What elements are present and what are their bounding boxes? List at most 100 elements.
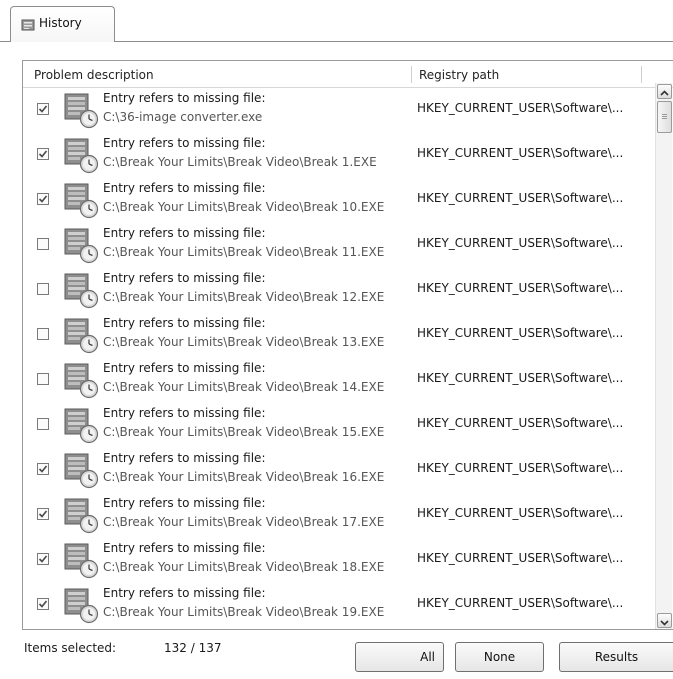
checkmark-icon xyxy=(38,195,48,203)
list-header: Problem description Registry path xyxy=(23,61,673,88)
registry-path: HKEY_CURRENT_USER\Software\... xyxy=(417,506,624,520)
registry-entry-icon xyxy=(63,136,99,174)
tab-label: History xyxy=(39,16,82,30)
problem-path: C:\36-image converter.exe xyxy=(103,110,263,124)
column-divider[interactable] xyxy=(641,66,642,83)
column-divider[interactable] xyxy=(411,66,412,83)
problem-path: C:\Break Your Limits\Break Video\Break 1… xyxy=(103,425,385,439)
results-button[interactable]: Results xyxy=(559,642,673,672)
row-checkbox[interactable] xyxy=(37,373,49,385)
registry-path: HKEY_CURRENT_USER\Software\... xyxy=(417,461,624,475)
registry-path: HKEY_CURRENT_USER\Software\... xyxy=(417,146,624,160)
scroll-down-button[interactable] xyxy=(657,613,672,628)
select-none-button[interactable]: None xyxy=(455,642,544,672)
list-item[interactable]: Entry refers to missing file: C:\Break Y… xyxy=(23,222,653,267)
registry-entry-icon xyxy=(63,361,99,399)
registry-path: HKEY_CURRENT_USER\Software\... xyxy=(417,596,624,610)
items-selected-label: Items selected: xyxy=(24,641,117,655)
problem-title: Entry refers to missing file: xyxy=(103,406,266,420)
checkmark-icon xyxy=(38,510,48,518)
problem-title: Entry refers to missing file: xyxy=(103,91,266,105)
problem-title: Entry refers to missing file: xyxy=(103,226,266,240)
history-icon xyxy=(21,17,36,31)
problem-path: C:\Break Your Limits\Break Video\Break 1… xyxy=(103,245,385,259)
registry-entry-icon xyxy=(63,406,99,444)
problem-path: C:\Break Your Limits\Break Video\Break 1… xyxy=(103,605,385,619)
list-item[interactable]: Entry refers to missing file: C:\Break Y… xyxy=(23,492,653,537)
list-item[interactable]: Entry refers to missing file: C:\Break Y… xyxy=(23,357,653,402)
registry-entry-icon xyxy=(63,91,99,129)
problem-title: Entry refers to missing file: xyxy=(103,496,266,510)
list-item[interactable]: Entry refers to missing file: C:\36-imag… xyxy=(23,87,653,132)
problem-title: Entry refers to missing file: xyxy=(103,136,266,150)
problem-path: C:\Break Your Limits\Break Video\Break 1… xyxy=(103,380,385,394)
checkmark-icon xyxy=(38,105,48,113)
row-checkbox[interactable] xyxy=(37,598,49,610)
problem-path: C:\Break Your Limits\Break Video\Break 1… xyxy=(103,155,377,169)
registry-path: HKEY_CURRENT_USER\Software\... xyxy=(417,281,624,295)
list-item[interactable]: Entry refers to missing file: C:\Break Y… xyxy=(23,177,653,222)
row-checkbox[interactable] xyxy=(37,418,49,430)
row-checkbox[interactable] xyxy=(37,148,49,160)
problem-path: C:\Break Your Limits\Break Video\Break 1… xyxy=(103,470,385,484)
problem-title: Entry refers to missing file: xyxy=(103,181,266,195)
problem-path: C:\Break Your Limits\Break Video\Break 1… xyxy=(103,560,385,574)
registry-path: HKEY_CURRENT_USER\Software\... xyxy=(417,236,624,250)
list-rows: Entry refers to missing file: C:\36-imag… xyxy=(23,87,653,627)
tab-history[interactable]: History xyxy=(10,6,115,42)
row-checkbox[interactable] xyxy=(37,103,49,115)
list-item[interactable]: Entry refers to missing file: C:\Break Y… xyxy=(23,312,653,357)
problem-title: Entry refers to missing file: xyxy=(103,271,266,285)
row-checkbox[interactable] xyxy=(37,553,49,565)
list-item[interactable]: Entry refers to missing file: C:\Break Y… xyxy=(23,402,653,447)
scroll-up-button[interactable] xyxy=(657,84,672,99)
row-checkbox[interactable] xyxy=(37,283,49,295)
problem-title: Entry refers to missing file: xyxy=(103,316,266,330)
problem-path: C:\Break Your Limits\Break Video\Break 1… xyxy=(103,515,385,529)
scroll-thumb[interactable] xyxy=(657,101,672,133)
problem-title: Entry refers to missing file: xyxy=(103,586,266,600)
list-item[interactable]: Entry refers to missing file: C:\Break Y… xyxy=(23,582,653,627)
list-item[interactable]: Entry refers to missing file: C:\Break Y… xyxy=(23,267,653,312)
problem-title: Entry refers to missing file: xyxy=(103,541,266,555)
registry-path: HKEY_CURRENT_USER\Software\... xyxy=(417,101,624,115)
registry-entry-icon xyxy=(63,541,99,579)
registry-entry-icon xyxy=(63,271,99,309)
vertical-scrollbar[interactable] xyxy=(655,83,672,629)
registry-entry-icon xyxy=(63,316,99,354)
select-all-button[interactable]: All xyxy=(355,642,444,672)
registry-entry-icon xyxy=(63,226,99,264)
row-checkbox[interactable] xyxy=(37,193,49,205)
checkmark-icon xyxy=(38,465,48,473)
registry-path: HKEY_CURRENT_USER\Software\... xyxy=(417,371,624,385)
list-item[interactable]: Entry refers to missing file: C:\Break Y… xyxy=(23,132,653,177)
registry-entry-icon xyxy=(63,181,99,219)
chevron-down-icon xyxy=(660,620,669,626)
problem-path: C:\Break Your Limits\Break Video\Break 1… xyxy=(103,335,385,349)
row-checkbox[interactable] xyxy=(37,463,49,475)
problem-list[interactable]: Problem description Registry path Entry … xyxy=(22,60,673,630)
row-checkbox[interactable] xyxy=(37,508,49,520)
column-header-registry[interactable]: Registry path xyxy=(419,68,499,82)
registry-entry-icon xyxy=(63,451,99,489)
problem-path: C:\Break Your Limits\Break Video\Break 1… xyxy=(103,290,385,304)
items-selected-count: 132 / 137 xyxy=(164,641,222,655)
problem-title: Entry refers to missing file: xyxy=(103,451,266,465)
row-checkbox[interactable] xyxy=(37,238,49,250)
chevron-up-icon xyxy=(660,90,669,96)
column-header-description[interactable]: Problem description xyxy=(34,68,154,82)
registry-path: HKEY_CURRENT_USER\Software\... xyxy=(417,416,624,430)
registry-entry-icon xyxy=(63,586,99,624)
registry-entry-icon xyxy=(63,496,99,534)
checkmark-icon xyxy=(38,600,48,608)
problem-path: C:\Break Your Limits\Break Video\Break 1… xyxy=(103,200,385,214)
registry-path: HKEY_CURRENT_USER\Software\... xyxy=(417,551,624,565)
checkmark-icon xyxy=(38,555,48,563)
list-item[interactable]: Entry refers to missing file: C:\Break Y… xyxy=(23,447,653,492)
registry-path: HKEY_CURRENT_USER\Software\... xyxy=(417,191,624,205)
list-item[interactable]: Entry refers to missing file: C:\Break Y… xyxy=(23,537,653,582)
checkmark-icon xyxy=(38,150,48,158)
row-checkbox[interactable] xyxy=(37,328,49,340)
problem-title: Entry refers to missing file: xyxy=(103,361,266,375)
registry-path: HKEY_CURRENT_USER\Software\... xyxy=(417,326,624,340)
